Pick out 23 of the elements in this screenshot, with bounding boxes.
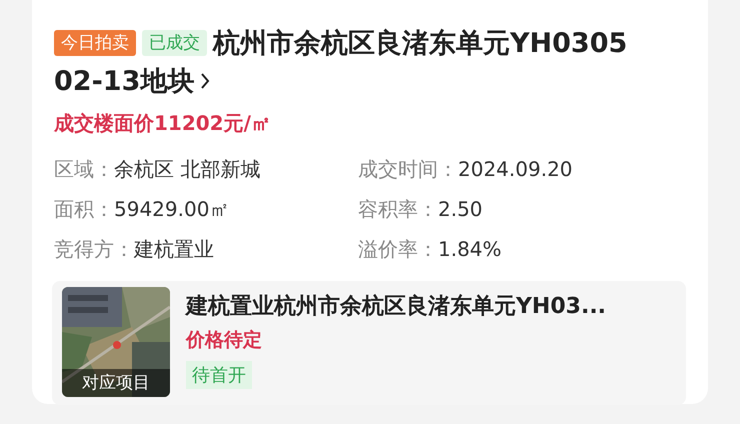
deal-price: 成交楼面价11202元/㎡	[54, 110, 272, 137]
image-caption: 对应项目	[62, 369, 170, 397]
info-value: 建杭置业	[134, 236, 214, 262]
info-label: 区域：	[54, 156, 114, 182]
info-label: 容积率：	[358, 196, 438, 222]
status-tag: 今日拍卖	[54, 30, 136, 56]
sale-status-tag: 待首开	[186, 361, 252, 389]
info-label: 面积：	[54, 196, 114, 222]
project-title: 建杭置业杭州市余杭区良渚东单元YH03...	[186, 292, 606, 321]
info-value: 2.50	[438, 197, 483, 221]
project-price: 价格待定	[186, 328, 262, 353]
info-value: 余杭区 北部新城	[114, 156, 260, 182]
info-label: 成交时间：	[358, 156, 458, 182]
status-tag: 已成交	[142, 30, 207, 56]
info-label: 竞得方：	[54, 236, 134, 262]
project-card[interactable]: 对应项目 建杭置业杭州市余杭区良渚东单元YH03... 价格待定 待首开	[52, 281, 686, 405]
land-title: 杭州市余杭区良渚东单元YH0305	[213, 27, 628, 61]
chevron-right-icon[interactable]	[200, 72, 210, 90]
info-value: 59429.00㎡	[114, 196, 230, 222]
info-label: 溢价率：	[358, 236, 438, 262]
info-value: 1.84%	[438, 237, 502, 261]
info-value: 2024.09.20	[458, 157, 573, 181]
land-title: 02-13地块	[54, 65, 194, 99]
